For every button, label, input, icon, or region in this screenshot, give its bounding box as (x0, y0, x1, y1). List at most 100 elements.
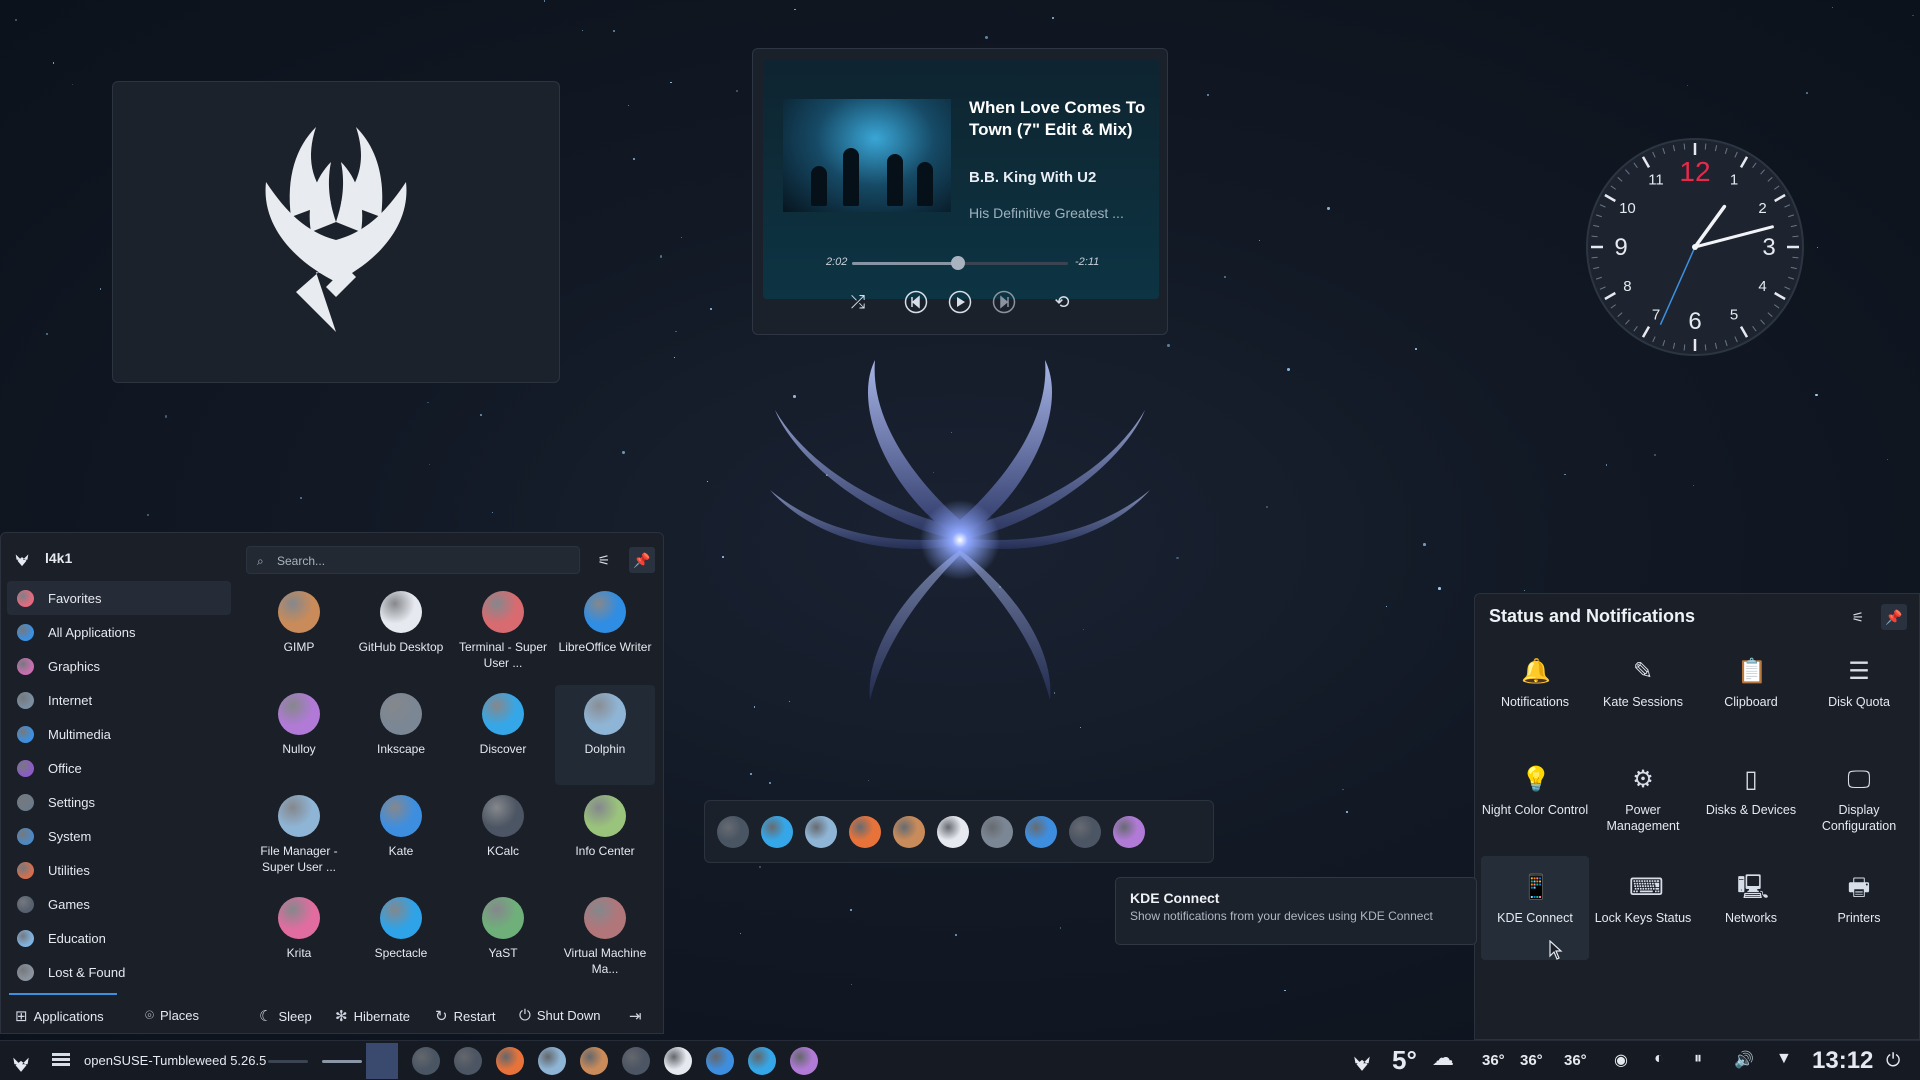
status-item[interactable]: 🖳 Networks (1697, 856, 1805, 960)
kate-icon[interactable] (1025, 816, 1057, 848)
category-item[interactable]: Utilities (7, 853, 231, 887)
status-item[interactable]: ⚙ Power Management (1589, 748, 1697, 852)
status-item[interactable]: ✎ Kate Sessions (1589, 640, 1697, 744)
category-item[interactable]: Favorites (7, 581, 231, 615)
dolphin-icon[interactable] (805, 816, 837, 848)
category-item[interactable]: Education (7, 921, 231, 955)
wings-tray-icon[interactable] (1350, 1050, 1374, 1072)
category-item[interactable]: Multimedia (7, 717, 231, 751)
category-item[interactable]: Office (7, 751, 231, 785)
app-tile[interactable]: LibreOffice Writer (555, 583, 655, 683)
digital-clock[interactable]: 13:12 (1812, 1047, 1873, 1075)
gimp-icon[interactable] (893, 816, 925, 848)
app-tile[interactable]: Kate (351, 787, 451, 887)
dolphin-icon[interactable] (538, 1047, 566, 1075)
leave-button[interactable]: ⇥ (629, 1007, 642, 1025)
restart-button[interactable]: ↻ Restart (435, 1007, 495, 1025)
kcalc-icon[interactable] (1069, 816, 1101, 848)
status-item[interactable]: 💡 Night Color Control (1481, 748, 1589, 852)
category-item[interactable]: Settings (7, 785, 231, 819)
inkscape-icon[interactable] (981, 816, 1013, 848)
weather-temperature[interactable]: 5° (1392, 1045, 1417, 1076)
status-item[interactable]: 📋 Clipboard (1697, 640, 1805, 744)
pin-button[interactable]: 📌 (629, 547, 655, 573)
gpu-temperature[interactable]: 36° (1520, 1052, 1543, 1069)
next-button[interactable] (990, 288, 1018, 316)
cloud-rain-icon[interactable]: ☁ (1432, 1045, 1454, 1071)
category-item[interactable]: Graphics (7, 649, 231, 683)
status-item[interactable]: ⌨ Lock Keys Status (1589, 856, 1697, 960)
kate-icon[interactable] (706, 1047, 734, 1075)
category-item[interactable]: Internet (7, 683, 231, 717)
discover-icon[interactable] (748, 1047, 776, 1075)
firefox-icon[interactable] (849, 816, 881, 848)
firefox-icon[interactable] (496, 1047, 524, 1075)
category-item[interactable]: Games (7, 887, 231, 921)
app-tile[interactable]: Terminal - Super User ... (453, 583, 553, 683)
kcalc-icon[interactable] (622, 1047, 650, 1075)
record-icon[interactable]: ◉ (1614, 1050, 1628, 1070)
discover-icon[interactable] (761, 816, 793, 848)
app-tile[interactable]: Nulloy (249, 685, 349, 785)
status-item-label: Disks & Devices (1705, 803, 1797, 817)
app-tile[interactable]: Virtual Machine Ma... (555, 889, 655, 989)
app-tile[interactable]: Dolphin (555, 685, 655, 785)
category-item[interactable]: Lost & Found (7, 955, 231, 989)
category-item[interactable]: System (7, 819, 231, 853)
status-item[interactable]: 🖶 Printers (1805, 856, 1913, 960)
power-tray-icon[interactable]: ⏻ (1886, 1050, 1900, 1071)
seek-slider[interactable] (852, 256, 1068, 270)
pause-icon[interactable]: ⏸ (1694, 1050, 1702, 1068)
app-tile[interactable]: KCalc (453, 787, 553, 887)
github-icon[interactable] (664, 1047, 692, 1075)
shutdown-button[interactable]: ⏻ Shut Down (519, 1007, 600, 1024)
category-item[interactable]: All Applications (7, 615, 231, 649)
app-tile[interactable]: GIMP (249, 583, 349, 683)
sleep-button[interactable]: ☾ Sleep (259, 1007, 312, 1025)
virtual-desktop-pager[interactable] (366, 1043, 398, 1079)
volume-icon[interactable]: 🔊 (1734, 1050, 1754, 1070)
status-item[interactable]: 🔔 Notifications (1481, 640, 1589, 744)
github-icon[interactable] (937, 816, 969, 848)
repeat-button[interactable]: ⟲ (1048, 288, 1076, 316)
expand-tray-icon[interactable]: ▼ (1776, 1050, 1792, 1068)
status-item[interactable]: ▯ Disks & Devices (1697, 748, 1805, 852)
status-item[interactable]: 🖵 Display Configuration (1805, 748, 1913, 852)
seek-handle[interactable] (950, 256, 965, 270)
launcher-button[interactable] (10, 1051, 32, 1073)
shuffle-button[interactable]: ⤮ (844, 288, 872, 316)
app-tile[interactable]: YaST (453, 889, 553, 989)
active-window-title[interactable]: openSUSE-Tumbleweed 5.26.5 (84, 1053, 266, 1068)
krita-icon[interactable] (790, 1047, 818, 1075)
status-item[interactable]: ☰ Disk Quota (1805, 640, 1913, 744)
app-tile[interactable]: Info Center (555, 787, 655, 887)
window-list-icon[interactable] (52, 1051, 70, 1071)
app-tile[interactable]: Krita (249, 889, 349, 989)
krita-icon[interactable] (1113, 816, 1145, 848)
hibernate-button[interactable]: ✻ Hibernate (335, 1007, 410, 1025)
app-tile[interactable]: GitHub Desktop (351, 583, 451, 683)
status-item[interactable]: 📱 KDE Connect (1481, 856, 1589, 960)
app-tile[interactable]: Discover (453, 685, 553, 785)
app-tile[interactable]: Spectacle (351, 889, 451, 989)
app-tile[interactable]: File Manager - Super User ... (249, 787, 349, 887)
places-tab[interactable]: ⌾ Places (145, 1007, 199, 1024)
applications-tab[interactable]: ⊞ Applications (15, 1007, 104, 1025)
configure-button[interactable]: ⚟ (591, 547, 617, 573)
system-settings-icon[interactable] (717, 816, 749, 848)
system-settings-icon[interactable] (412, 1047, 440, 1075)
star-dot (99, 287, 102, 290)
disk-temperature[interactable]: 36° (1564, 1052, 1587, 1069)
play-button[interactable] (946, 288, 974, 316)
cpu-temperature[interactable]: 36° (1482, 1052, 1505, 1069)
night-color-tray-icon[interactable]: ◐ (1654, 1050, 1664, 1068)
status-pin-button[interactable]: 📌 (1881, 604, 1907, 630)
status-configure-button[interactable]: ⚟ (1845, 604, 1871, 630)
terminal-icon[interactable] (454, 1047, 482, 1075)
gimp-icon[interactable] (580, 1047, 608, 1075)
search-input[interactable]: ⌕ Search... (246, 546, 580, 574)
previous-button[interactable] (902, 288, 930, 316)
star-dot (165, 415, 168, 418)
status-item-label: Clipboard (1724, 695, 1778, 709)
app-tile[interactable]: Inkscape (351, 685, 451, 785)
